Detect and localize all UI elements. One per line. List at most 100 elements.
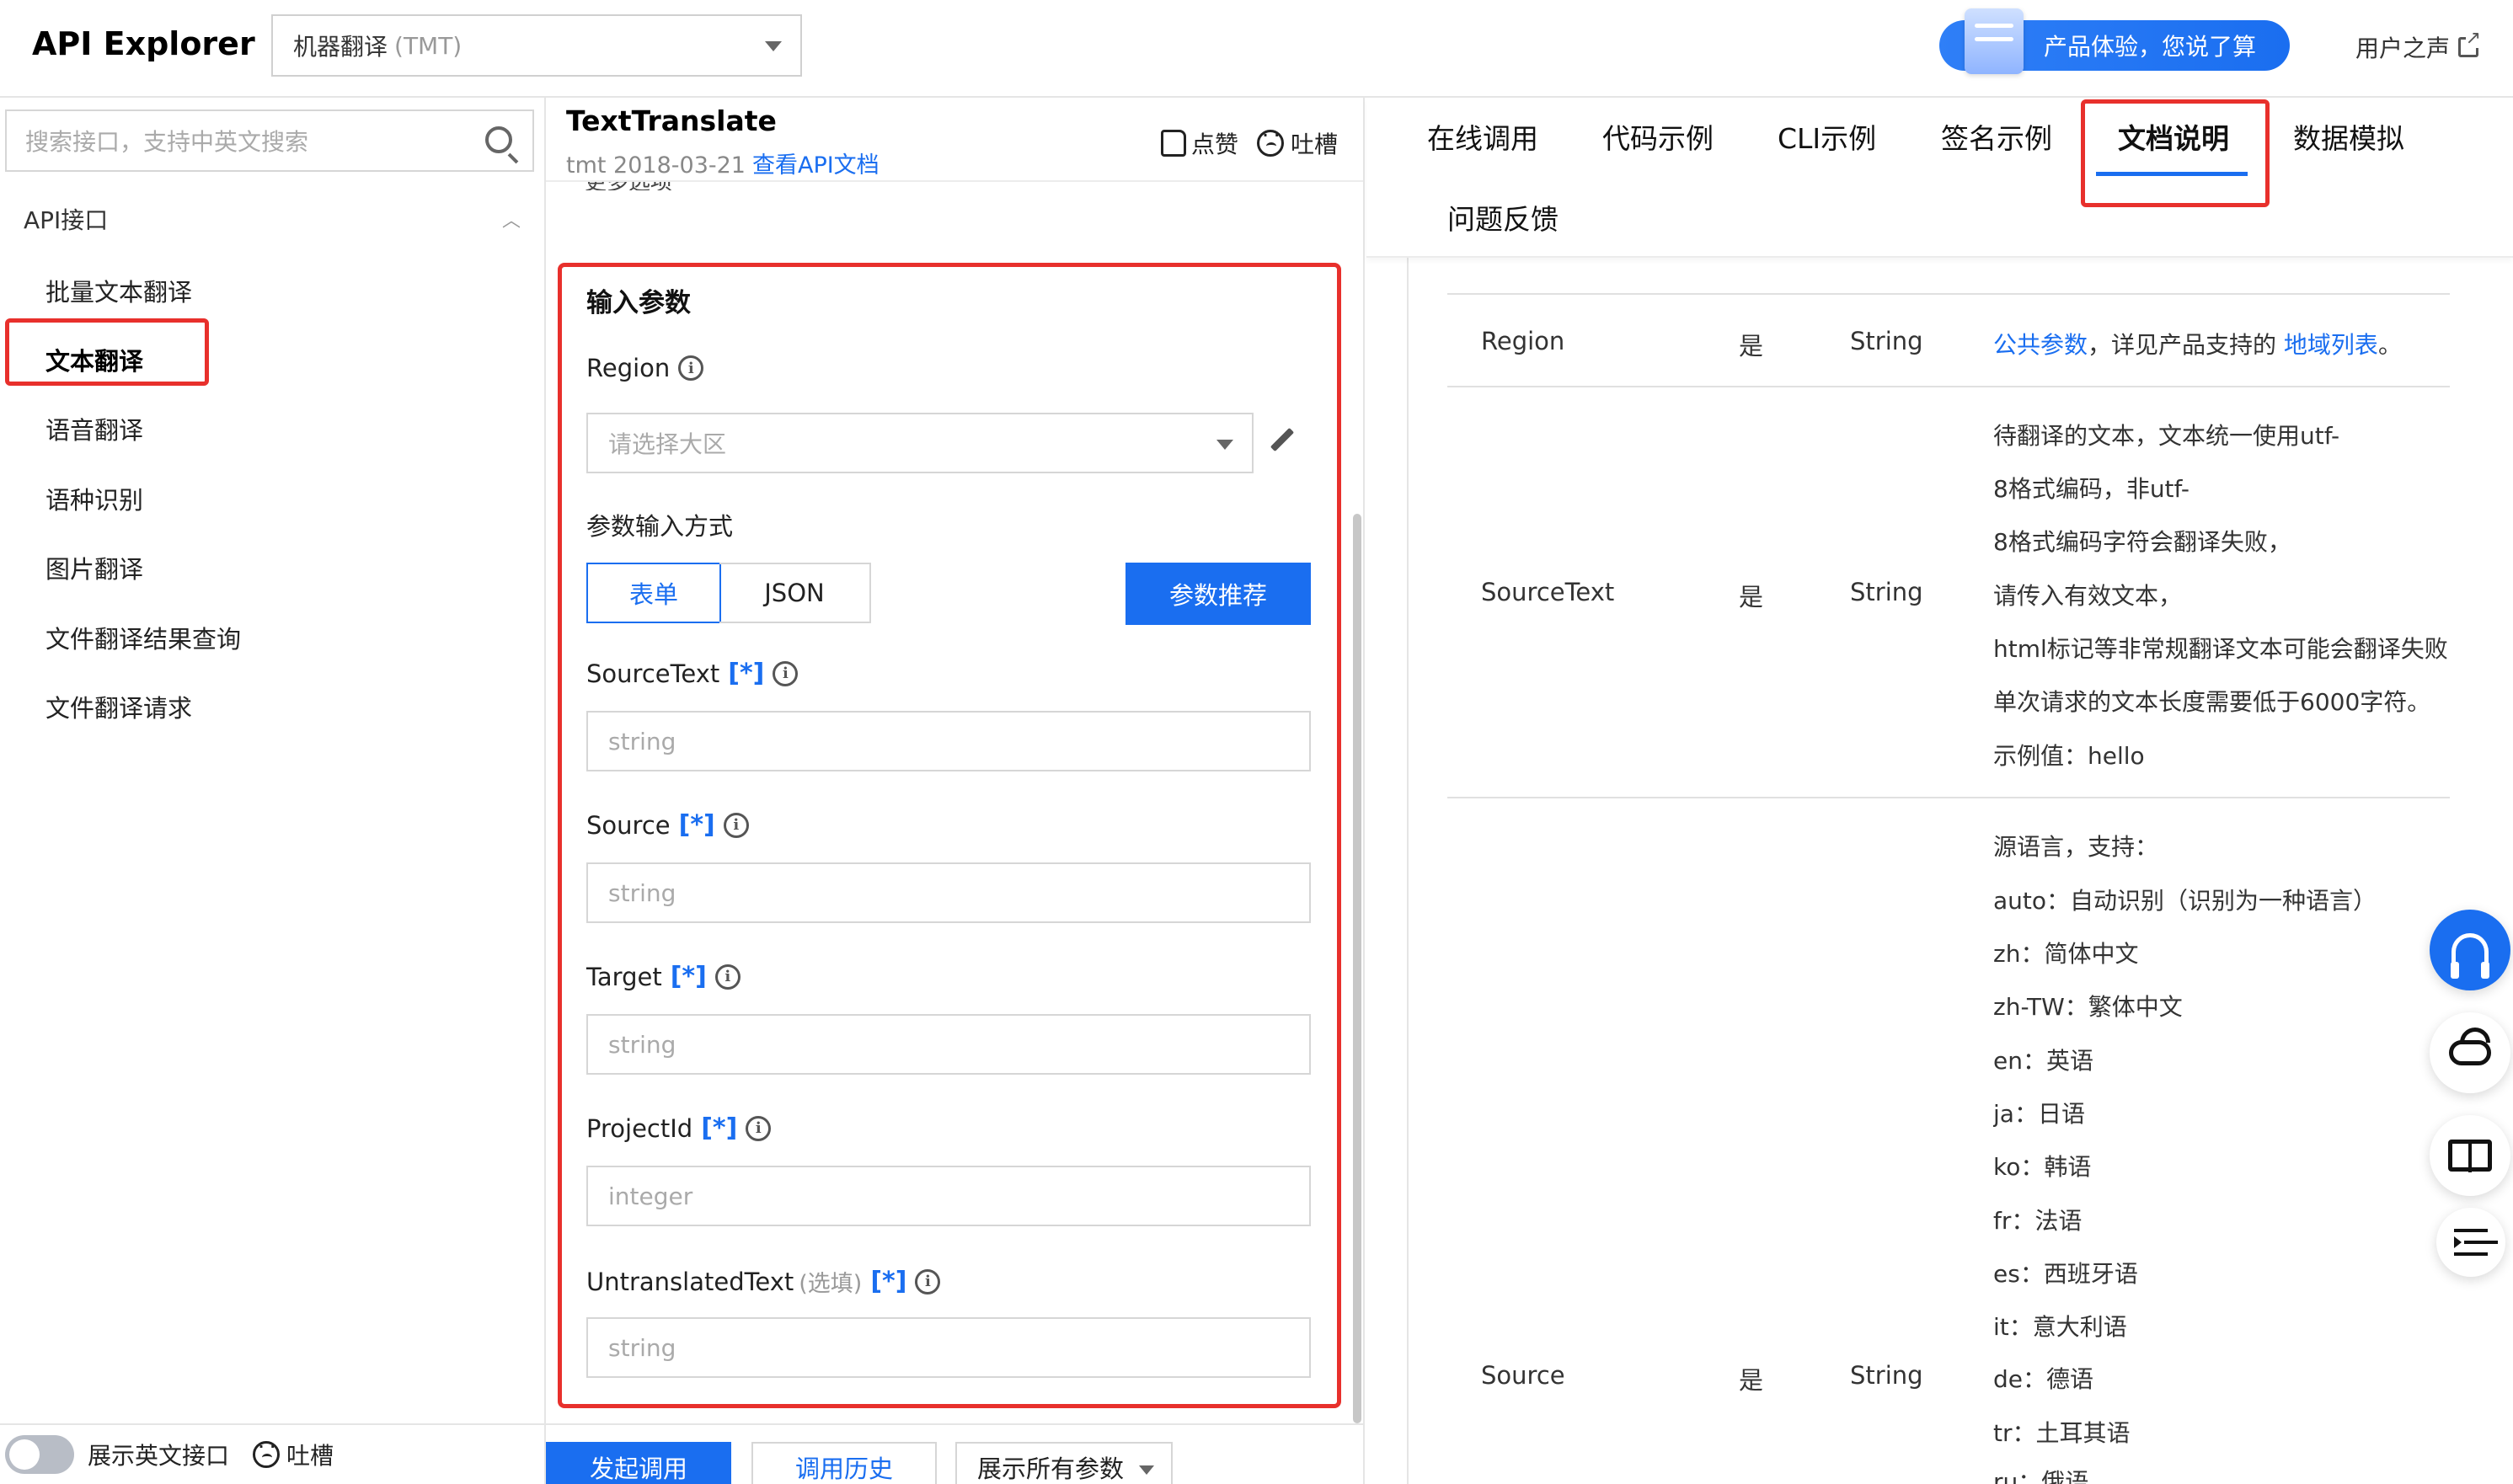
region-select[interactable]: 请选择大区 [586, 413, 1254, 473]
top-bar: API Explorer 机器翻译 (TMT) 产品体验，您说了算 用户之声 [0, 0, 2513, 98]
sidebar-item-batch-translate[interactable]: 批量文本翻译 [45, 273, 192, 308]
param-name: Region [1481, 327, 1565, 355]
show-all-label: 展示所有参数 [977, 1455, 1125, 1483]
document-icon [1965, 8, 2024, 74]
search-placeholder: 搜索接口，支持中英文搜索 [25, 128, 309, 156]
api-doc-link[interactable]: 查看API文档 [752, 152, 880, 179]
search-input[interactable]: 搜索接口，支持中英文搜索 [5, 109, 534, 172]
user-voice-label: 用户之声 [2355, 35, 2451, 62]
desc-text: ，详见产品支持的 [2088, 331, 2284, 359]
show-all-params-select[interactable]: 展示所有参数 [955, 1442, 1173, 1484]
user-voice-link[interactable]: 用户之声 [2355, 29, 2482, 64]
book-icon [2448, 1140, 2492, 1172]
sidebar-item-speech-translate[interactable]: 语音翻译 [45, 411, 143, 446]
param-desc-line: en：英语 [1993, 1047, 2093, 1075]
brand-title: API Explorer [32, 25, 255, 62]
field-label-target: Target [*] i [586, 962, 741, 991]
info-icon[interactable]: i [915, 1268, 941, 1294]
sidebar: 搜索接口，支持中英文搜索 API接口 ︿ 批量文本翻译 文本翻译 语音翻译 语种… [0, 98, 546, 1484]
region-label-text: Region [586, 354, 671, 382]
like-button[interactable]: 点赞 [1161, 126, 1238, 160]
target-input[interactable]: string [586, 1014, 1311, 1075]
projectid-input[interactable]: integer [586, 1166, 1311, 1226]
recommend-button[interactable]: 参数推荐 [1126, 563, 1311, 625]
desc-text: 。 [2377, 331, 2402, 359]
cloud-icon [2449, 1040, 2491, 1065]
product-select[interactable]: 机器翻译 (TMT) [271, 14, 802, 77]
tab-data-mock[interactable]: 数据模拟 [2293, 116, 2404, 157]
field-name: Source [586, 810, 671, 840]
input-placeholder: string [608, 1333, 676, 1362]
edit-icon[interactable] [1269, 426, 1297, 455]
complain-label[interactable]: 吐槽 [286, 1438, 334, 1471]
api-section-header[interactable]: API接口 ︿ [24, 202, 521, 236]
sidebar-item-language-detect[interactable]: 语种识别 [45, 481, 143, 516]
param-desc: 公共参数，详见产品支持的 地域列表。 [1993, 327, 2452, 360]
input-placeholder: string [608, 1030, 676, 1059]
param-desc-line: 请传入有效文本， [1993, 582, 2183, 610]
info-icon[interactable]: i [773, 660, 799, 686]
params-panel: 更多选项 TextTranslate tmt 2018-03-21查看API文档… [546, 98, 1365, 1484]
source-input[interactable]: string [586, 862, 1311, 923]
tab-code-example[interactable]: 代码示例 [1602, 116, 1714, 157]
tab-cli-example[interactable]: CLI示例 [1778, 116, 1876, 157]
complain-button[interactable]: 吐槽 [1257, 126, 1338, 160]
field-name: UntranslatedText [586, 1267, 794, 1296]
scrollbar[interactable] [1353, 514, 1361, 1423]
param-desc-line: zh：简体中文 [1993, 940, 2139, 968]
required-mark: [*] [728, 659, 765, 688]
section-title: 输入参数 [586, 288, 691, 318]
invoke-button[interactable]: 发起调用 [546, 1442, 731, 1484]
untranslatedtext-input[interactable]: string [586, 1317, 1311, 1378]
sidebar-item-image-translate[interactable]: 图片翻译 [45, 550, 143, 585]
complain-label: 吐槽 [1291, 131, 1339, 158]
region-list-link[interactable]: 地域列表 [2284, 331, 2378, 359]
english-api-toggle[interactable] [5, 1435, 74, 1474]
param-desc-line: de：德语 [1993, 1365, 2094, 1393]
promo-text: 产品体验，您说了算 [2044, 33, 2257, 61]
docs-panel: Region 是 String 公共参数，详见产品支持的 地域列表。 Sourc… [1366, 98, 2513, 1484]
public-params-link[interactable]: 公共参数 [1993, 331, 2088, 359]
info-icon[interactable]: i [746, 1115, 772, 1141]
tab-online-call[interactable]: 在线调用 [1427, 116, 1538, 157]
sidebar-item-file-request[interactable]: 文件翻译请求 [45, 689, 192, 724]
support-button[interactable] [2430, 910, 2510, 990]
row-divider [1447, 386, 2450, 387]
param-desc-line: tr：土耳其语 [1993, 1419, 2131, 1447]
field-name: ProjectId [586, 1113, 693, 1143]
cloud-button[interactable] [2430, 1012, 2510, 1093]
chevron-up-icon: ︿ [501, 211, 521, 232]
info-icon[interactable]: i [714, 964, 741, 990]
list-indent-icon [2454, 1229, 2488, 1256]
param-required: 是 [1739, 1366, 1764, 1395]
docs-button[interactable] [2430, 1115, 2510, 1196]
toggle-label: 展示英文接口 [88, 1442, 230, 1470]
like-label: 点赞 [1191, 131, 1239, 158]
param-desc-line: es：西班牙语 [1993, 1260, 2138, 1288]
param-desc-line: ko：韩语 [1993, 1153, 2092, 1181]
input-placeholder: integer [608, 1182, 693, 1210]
search-icon[interactable] [485, 126, 512, 153]
param-name: SourceText [1481, 578, 1615, 606]
param-desc-line: ja：日语 [1993, 1100, 2085, 1128]
sad-face-icon[interactable] [253, 1439, 281, 1468]
external-link-icon [2458, 29, 2482, 57]
sourcetext-input[interactable]: string [586, 711, 1311, 771]
tab-signature-example[interactable]: 签名示例 [1941, 116, 2052, 157]
api-header: TextTranslate tmt 2018-03-21查看API文档 点赞 吐… [546, 98, 1363, 182]
mode-json-tab[interactable]: JSON [719, 563, 871, 623]
history-button[interactable]: 调用历史 [751, 1442, 937, 1484]
param-desc-line: it：意大利语 [1993, 1313, 2127, 1341]
info-icon[interactable]: i [678, 355, 704, 381]
optional-mark: (选填) [799, 1271, 863, 1297]
field-label-sourcetext: SourceText [*] i [586, 659, 799, 688]
tab-bar: 在线调用 代码示例 CLI示例 签名示例 文档说明 数据模拟 问题反馈 [1366, 98, 2513, 258]
outline-button[interactable] [2436, 1208, 2505, 1277]
chevron-down-icon [1216, 440, 1233, 450]
field-name: SourceText [586, 659, 720, 688]
sidebar-item-file-result[interactable]: 文件翻译结果查询 [45, 620, 241, 655]
promo-banner[interactable]: 产品体验，您说了算 [1939, 8, 2290, 74]
info-icon[interactable]: i [723, 812, 749, 838]
tab-feedback[interactable]: 问题反馈 [1447, 197, 1559, 238]
mode-form-tab[interactable]: 表单 [586, 563, 721, 623]
